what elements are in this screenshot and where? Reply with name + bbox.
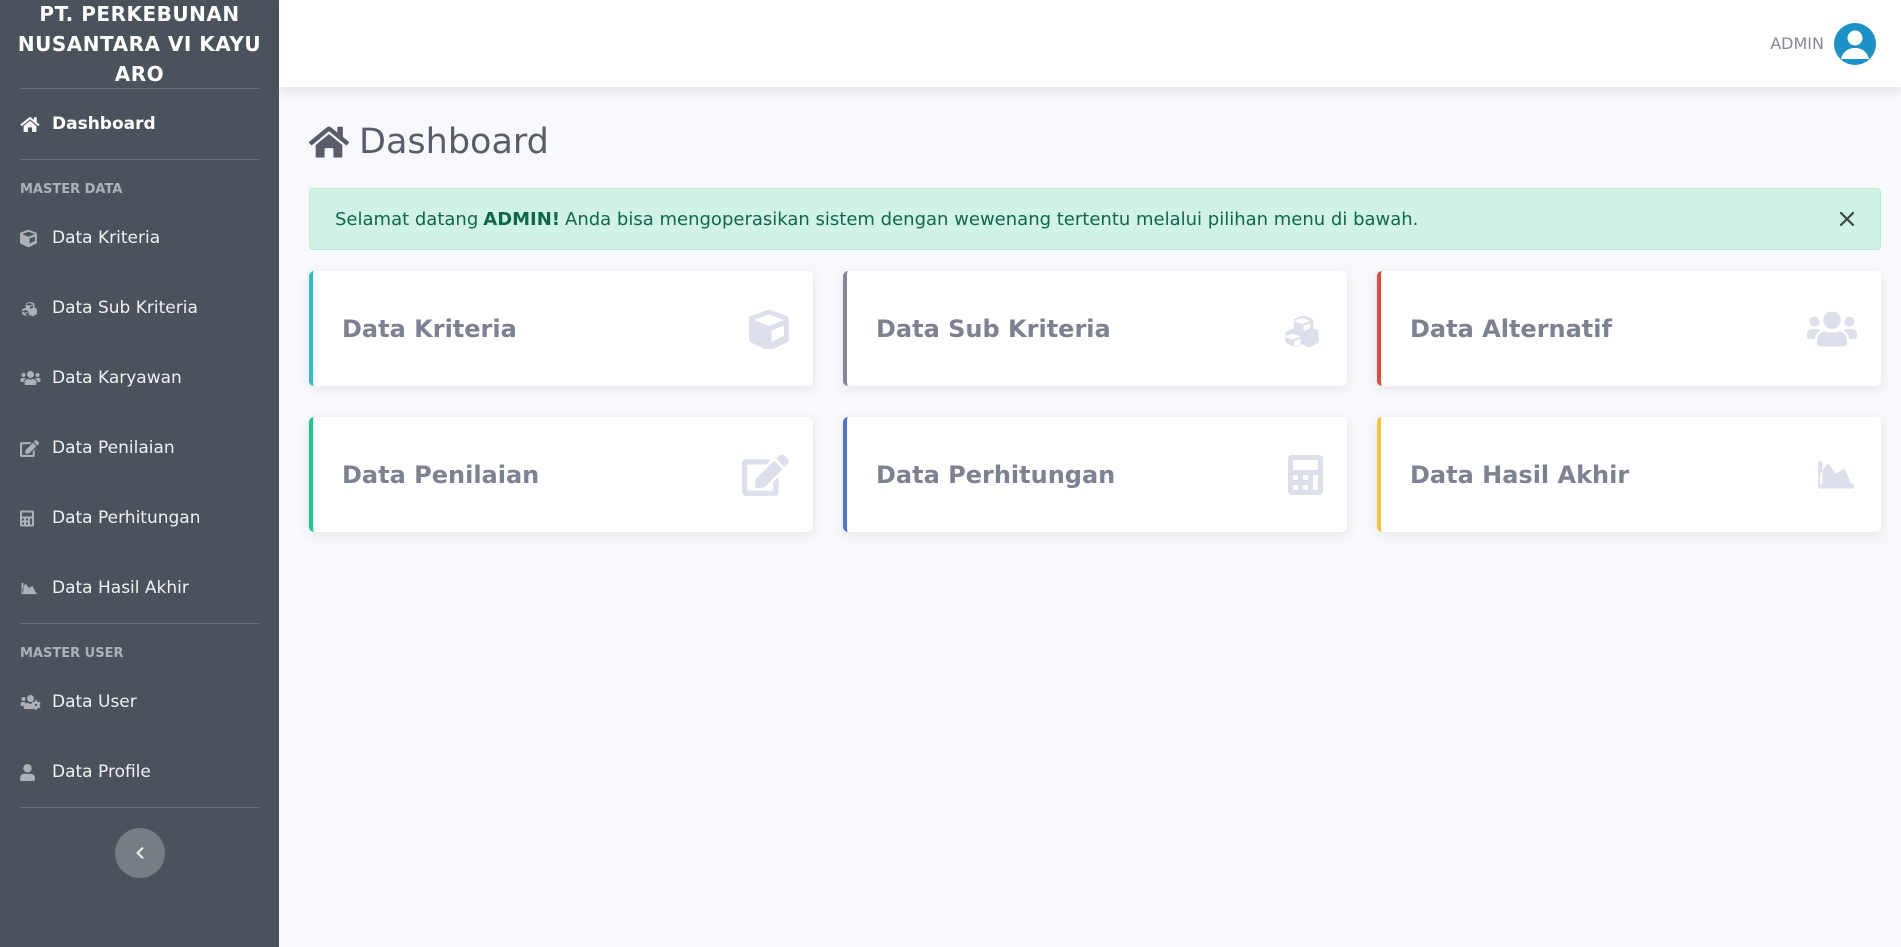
user-icon [20,763,42,781]
avatar[interactable] [1834,22,1876,65]
edit-icon [742,453,789,496]
close-icon[interactable] [1836,208,1858,230]
cubes-icon [1281,309,1323,349]
sidebar-item-data-user[interactable]: Data User [0,667,279,737]
sidebar-item-data-sub-kriteria[interactable]: Data Sub Kriteria [0,273,279,343]
home-icon [309,124,349,160]
sidebar-item-dashboard[interactable]: Dashboard [0,89,279,159]
alert-strong: ADMIN! [483,208,561,230]
sidebar-item-label: Data User [52,692,137,712]
edit-icon [20,439,42,457]
sidebar-item-label: Data Kriteria [52,228,161,248]
card-label: Data Perhitungan [876,460,1116,489]
card-data-sub-kriteria[interactable]: Data Sub Kriteria [843,271,1347,386]
sidebar-item-label: Data Perhitungan [52,508,201,528]
sidebar-item-label: Data Sub Kriteria [52,298,198,318]
sidebar-item-label: Dashboard [52,114,156,134]
user-icon [1841,30,1869,59]
user-name[interactable]: ADMIN [1770,34,1824,53]
area-chart-icon [20,579,42,597]
alert-prefix: Selamat datang [335,208,479,230]
cubes-icon [20,299,42,317]
users-icon [1807,309,1857,349]
topbar: ADMIN [279,0,1901,87]
card-grid: Data Kriteria Data Sub Kriteria Data Alt… [309,271,1881,532]
welcome-alert: Selamat datang ADMIN! Anda bisa mengoper… [309,188,1881,250]
sidebar-item-data-kriteria[interactable]: Data Kriteria [0,203,279,273]
cube-icon [749,308,789,349]
card-label: Data Kriteria [342,314,517,343]
sidebar-item-label: Data Karyawan [52,368,182,388]
sidebar-item-data-profile[interactable]: Data Profile [0,737,279,807]
home-icon [20,115,42,133]
main-content: Dashboard Selamat datang ADMIN! Anda bis… [279,87,1901,947]
sidebar-item-data-penilaian[interactable]: Data Penilaian [0,413,279,483]
section-heading-master-data: MASTER DATA [20,182,123,197]
card-label: Data Hasil Akhir [1410,460,1630,489]
page-title-text: Dashboard [359,122,549,162]
section-heading-master-user: MASTER USER [20,646,124,661]
users-cog-icon [20,693,42,711]
card-label: Data Alternatif [1410,314,1612,343]
sidebar-toggle-button[interactable] [114,828,165,878]
cube-icon [20,229,42,247]
card-data-kriteria[interactable]: Data Kriteria [309,271,813,386]
users-icon [20,369,42,387]
chevron-left-icon [135,847,144,859]
card-label: Data Sub Kriteria [876,314,1111,343]
card-data-penilaian[interactable]: Data Penilaian [309,417,813,532]
card-label: Data Penilaian [342,460,540,489]
card-data-alternatif[interactable]: Data Alternatif [1377,271,1881,386]
page-title: Dashboard [309,118,1881,166]
sidebar-item-data-hasil-akhir[interactable]: Data Hasil Akhir [0,553,279,623]
card-data-hasil-akhir[interactable]: Data Hasil Akhir [1377,417,1881,532]
sidebar-item-data-perhitungan[interactable]: Data Perhitungan [0,483,279,553]
brand-title[interactable]: PT. PERKEBUNAN NUSANTARA VI KAYU ARO [0,0,279,88]
sidebar-toggle-wrap [0,808,279,878]
sidebar-item-label: Data Profile [52,762,151,782]
sidebar: PT. PERKEBUNAN NUSANTARA VI KAYU ARO Das… [0,0,279,947]
alert-suffix: Anda bisa mengoperasikan sistem dengan w… [565,208,1419,230]
area-chart-icon [1815,457,1857,493]
sidebar-item-label: Data Hasil Akhir [52,578,189,598]
sidebar-item-data-karyawan[interactable]: Data Karyawan [0,343,279,413]
calculator-icon [1288,454,1323,496]
calculator-icon [20,509,42,527]
sidebar-item-label: Data Penilaian [52,438,175,458]
card-data-perhitungan[interactable]: Data Perhitungan [843,417,1347,532]
